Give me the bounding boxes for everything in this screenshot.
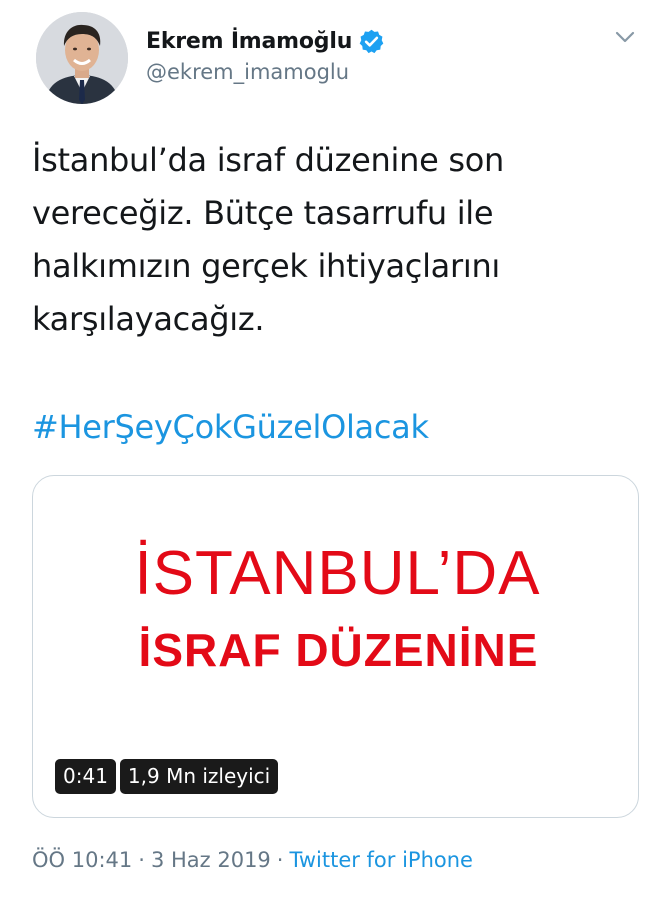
tweet: Ekrem İmamoğlu @ekrem_imamoglu İstanbul’… — [0, 0, 646, 900]
tweet-date[interactable]: 3 Haz 2019 — [151, 848, 271, 872]
meta-separator: · — [138, 848, 145, 872]
tweet-text: İstanbul’da israf düzenine son vereceğiz… — [32, 141, 504, 338]
meta-separator: · — [276, 848, 284, 872]
video-title-line2: İSRAF DÜZENİNE — [138, 624, 539, 676]
video-duration-badge: 0:41 — [55, 759, 116, 794]
tweet-meta: ÖÖ 10:41 · 3 Haz 2019 · Twitter for iPho… — [32, 848, 473, 872]
avatar-photo — [36, 12, 128, 104]
author-display-name[interactable]: Ekrem İmamoğlu — [146, 29, 352, 54]
avatar[interactable] — [36, 12, 128, 104]
author-name-row[interactable]: Ekrem İmamoğlu — [146, 26, 385, 56]
video-title-line1: İSTANBUL’DA — [134, 539, 541, 608]
video-views-badge: 1,9 Mn izleyici — [119, 759, 279, 794]
video-card[interactable]: İSTANBUL’DA İSRAF DÜZENİNE 0:41 1,9 Mn i… — [32, 475, 639, 818]
chevron-down-icon[interactable] — [612, 24, 638, 50]
verified-badge-icon — [358, 28, 385, 55]
tweet-source-link[interactable]: Twitter for iPhone — [289, 848, 473, 872]
tweet-time[interactable]: ÖÖ 10:41 — [32, 848, 132, 872]
author-handle[interactable]: @ekrem_imamoglu — [146, 60, 349, 84]
video-badges: 0:41 1,9 Mn izleyici — [55, 759, 279, 794]
hashtag-link[interactable]: #HerŞeyÇokGüzelOlacak — [32, 401, 429, 454]
